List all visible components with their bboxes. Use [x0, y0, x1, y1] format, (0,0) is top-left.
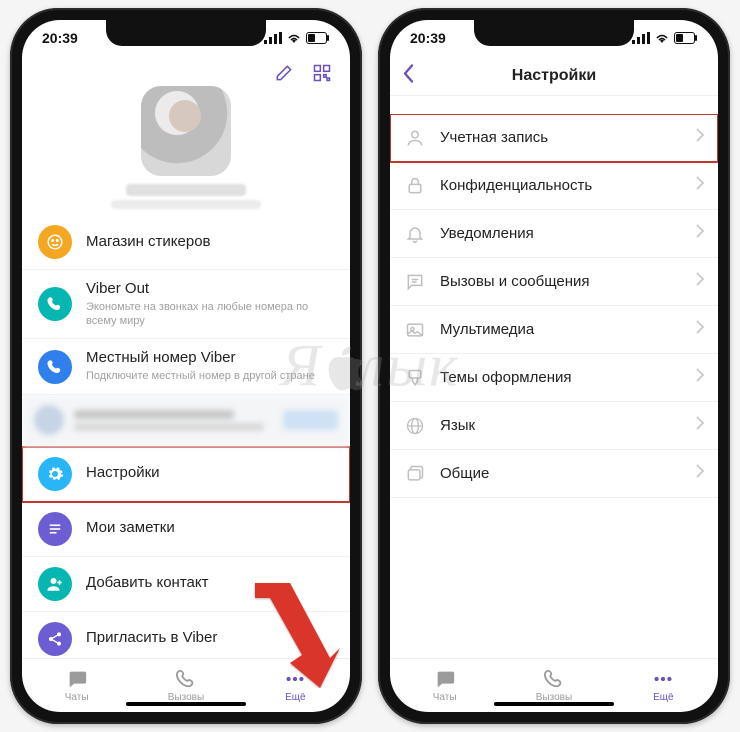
settings-general[interactable]: Общие	[390, 450, 718, 498]
profile-block	[22, 86, 350, 209]
image-icon	[404, 320, 426, 340]
battery-icon	[674, 32, 698, 44]
chevron-right-icon	[696, 272, 704, 291]
sticker-icon	[38, 225, 72, 259]
brush-icon	[404, 368, 426, 388]
tab-chats[interactable]: Чаты	[390, 659, 499, 712]
chevron-left-icon	[402, 63, 416, 83]
chevron-right-icon	[696, 368, 704, 387]
chevron-right-icon	[696, 128, 704, 147]
ad-banner-blurred	[22, 395, 350, 447]
status-time: 20:39	[42, 30, 78, 46]
tab-label: Чаты	[65, 692, 89, 703]
menu-viber-out[interactable]: Viber Out Экономьте на звонках на любые …	[22, 270, 350, 339]
tab-more[interactable]: Ещё	[241, 659, 350, 712]
notch	[474, 20, 634, 46]
settings-themes[interactable]: Темы оформления	[390, 354, 718, 402]
menu-sub: Экономьте на звонках на любые номера по …	[86, 301, 334, 329]
menu-sub: Подключите местный номер в другой стране	[86, 370, 334, 384]
phone-out-icon	[38, 287, 72, 321]
nav-bar: Настройки	[390, 56, 718, 96]
menu-settings[interactable]: Настройки	[22, 447, 350, 502]
add-contact-icon	[38, 567, 72, 601]
more-menu: Магазин стикеров Viber Out Экономьте на …	[22, 215, 350, 658]
settings-media[interactable]: Мультимедиа	[390, 306, 718, 354]
menu-label: Мои заметки	[86, 519, 334, 538]
chevron-right-icon	[696, 320, 704, 339]
settings-list: Учетная запись Конфиденциальность Уведом…	[390, 114, 718, 658]
share-icon	[38, 622, 72, 656]
notch	[106, 20, 266, 46]
wifi-icon	[286, 32, 302, 44]
settings-label: Конфиденциальность	[440, 177, 682, 194]
page-title: Настройки	[512, 67, 596, 85]
settings-privacy[interactable]: Конфиденциальность	[390, 162, 718, 210]
chat-icon	[66, 668, 88, 690]
globe-icon	[404, 416, 426, 436]
settings-label: Язык	[440, 417, 682, 434]
cards-icon	[404, 464, 426, 484]
chevron-right-icon	[696, 464, 704, 483]
chevron-right-icon	[696, 224, 704, 243]
wifi-icon	[654, 32, 670, 44]
settings-language[interactable]: Язык	[390, 402, 718, 450]
menu-notes[interactable]: Мои заметки	[22, 502, 350, 557]
settings-account[interactable]: Учетная запись	[390, 114, 718, 162]
battery-icon	[306, 32, 330, 44]
chevron-right-icon	[696, 416, 704, 435]
qr-icon[interactable]	[312, 63, 332, 83]
phone-left: 20:39	[10, 8, 362, 724]
edit-icon[interactable]	[274, 63, 294, 83]
tab-chats[interactable]: Чаты	[22, 659, 131, 712]
settings-label: Общие	[440, 465, 682, 482]
profile-sub-blurred	[111, 200, 261, 209]
signal-icon	[632, 32, 650, 44]
settings-label: Вызовы и сообщения	[440, 273, 682, 290]
settings-label: Учетная запись	[440, 129, 682, 146]
back-button[interactable]	[402, 63, 416, 88]
tab-label: Ещё	[285, 692, 305, 703]
phone-right: 20:39 Настройки Уче	[378, 8, 730, 724]
settings-label: Мультимедиа	[440, 321, 682, 338]
local-number-icon	[38, 350, 72, 384]
tab-label: Чаты	[433, 692, 457, 703]
phone-icon	[175, 668, 197, 690]
menu-stickers[interactable]: Магазин стикеров	[22, 215, 350, 270]
menu-label: Пригласить в Viber	[86, 629, 334, 648]
menu-label: Настройки	[86, 464, 334, 483]
home-indicator	[126, 702, 246, 706]
menu-label: Местный номер Viber	[86, 349, 334, 368]
phone-icon	[543, 668, 565, 690]
menu-add-contact[interactable]: Добавить контакт	[22, 557, 350, 612]
tab-more[interactable]: Ещё	[609, 659, 718, 712]
menu-label: Добавить контакт	[86, 574, 334, 593]
menu-invite[interactable]: Пригласить в Viber	[22, 612, 350, 658]
bell-icon	[404, 224, 426, 244]
more-icon	[284, 668, 306, 690]
person-icon	[404, 128, 426, 148]
chevron-right-icon	[696, 176, 704, 195]
tab-label: Ещё	[653, 692, 673, 703]
gear-icon	[38, 457, 72, 491]
profile-name-blurred	[126, 184, 246, 196]
settings-notifications[interactable]: Уведомления	[390, 210, 718, 258]
top-actions	[22, 56, 350, 90]
home-indicator	[494, 702, 614, 706]
avatar[interactable]	[141, 86, 231, 176]
signal-icon	[264, 32, 282, 44]
chat-icon	[434, 668, 456, 690]
menu-label: Магазин стикеров	[86, 233, 334, 252]
menu-label: Viber Out	[86, 280, 334, 299]
lock-icon	[404, 176, 426, 196]
settings-calls-messages[interactable]: Вызовы и сообщения	[390, 258, 718, 306]
message-icon	[404, 272, 426, 292]
more-icon	[652, 668, 674, 690]
notes-icon	[38, 512, 72, 546]
status-time: 20:39	[410, 30, 446, 46]
settings-label: Уведомления	[440, 225, 682, 242]
menu-local-number[interactable]: Местный номер Viber Подключите местный н…	[22, 339, 350, 395]
settings-label: Темы оформления	[440, 369, 682, 386]
